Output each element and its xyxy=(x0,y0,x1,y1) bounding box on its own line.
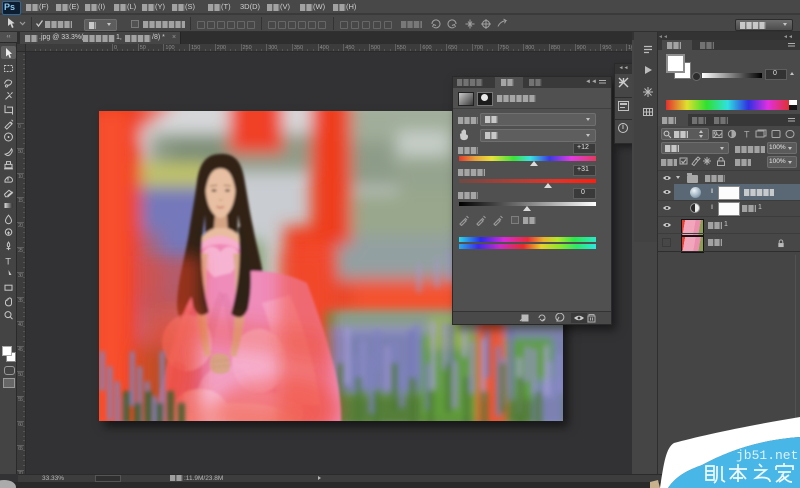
svg-text:T: T xyxy=(5,256,11,267)
svg-text:jb51.net: jb51.net xyxy=(736,448,798,463)
svg-text:T: T xyxy=(744,130,750,140)
